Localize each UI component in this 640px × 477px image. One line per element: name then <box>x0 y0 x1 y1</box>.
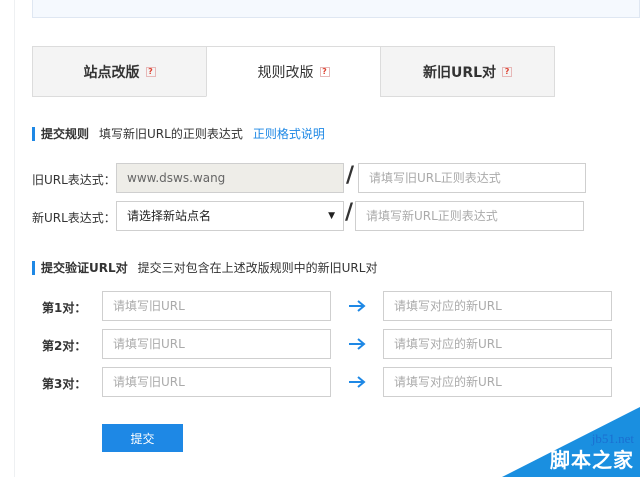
pair-2-old-url-input[interactable]: 请填写旧URL <box>102 329 331 359</box>
new-site-select[interactable]: 请选择新站点名 ▼ <box>116 201 344 231</box>
section-marker <box>32 126 35 141</box>
tab-url-pairs[interactable]: 新旧URL对 ? <box>380 46 555 97</box>
help-icon[interactable]: ? <box>502 66 513 77</box>
tab-bar: 站点改版 ? 规则改版 ? 新旧URL对 ? <box>32 46 555 97</box>
verify-section-header: 提交验证URL对 提交三对包含在上述改版规则中的新旧URL对 <box>32 259 377 276</box>
pair-1-old-url-input[interactable]: 请填写旧URL <box>102 291 331 321</box>
pair-1-new-url-input[interactable]: 请填写对应的新URL <box>383 291 612 321</box>
tab-label: 规则改版 <box>257 64 314 81</box>
section-description: 填写新旧URL的正则表达式 <box>99 127 243 141</box>
chevron-down-icon: ▼ <box>328 211 335 221</box>
tab-label: 新旧URL对 <box>422 64 497 81</box>
tab-rule-revision[interactable]: 规则改版 ? <box>206 46 381 97</box>
help-icon[interactable]: ? <box>319 66 330 77</box>
site-watermark: jb51.net 脚本之家 <box>502 407 640 477</box>
section-title: 提交规则 <box>41 127 90 141</box>
pair-3-label: 第3对： <box>42 377 87 391</box>
new-url-label: 新URL表达式： <box>32 211 116 225</box>
tab-label: 站点改版 <box>83 64 140 81</box>
pair-3-old-url-input[interactable]: 请填写旧URL <box>102 367 331 397</box>
old-url-label: 旧URL表达式： <box>32 173 116 187</box>
arrow-right-icon <box>349 376 366 388</box>
path-separator: / <box>345 200 354 225</box>
help-icon[interactable]: ? <box>145 66 156 77</box>
section-description: 提交三对包含在上述改版规则中的新旧URL对 <box>137 261 378 275</box>
rules-section-header: 提交规则 填写新旧URL的正则表达式 正则格式说明 <box>32 125 325 142</box>
pair-2-label: 第2对： <box>42 339 87 353</box>
submit-button[interactable]: 提交 <box>102 424 183 452</box>
arrow-right-icon <box>349 300 366 312</box>
tab-site-revision[interactable]: 站点改版 ? <box>32 46 207 97</box>
section-marker <box>32 260 35 275</box>
new-url-regex-input[interactable]: 请填写新URL正则表达式 <box>355 201 584 231</box>
page-left-rule <box>14 0 15 477</box>
section-title: 提交验证URL对 <box>41 261 128 275</box>
pair-3-new-url-input[interactable]: 请填写对应的新URL <box>383 367 612 397</box>
old-url-regex-input[interactable]: 请填写旧URL正则表达式 <box>358 163 586 193</box>
select-value: 请选择新站点名 <box>127 209 212 223</box>
old-site-field[interactable]: www.dsws.wang <box>116 163 344 193</box>
watermark-name: 脚本之家 <box>550 448 634 472</box>
pair-2-new-url-input[interactable]: 请填写对应的新URL <box>383 329 612 359</box>
path-separator: / <box>346 163 355 188</box>
regex-format-link[interactable]: 正则格式说明 <box>253 125 325 142</box>
top-panel <box>32 0 640 18</box>
pair-1-label: 第1对： <box>42 301 87 315</box>
arrow-right-icon <box>349 338 366 350</box>
